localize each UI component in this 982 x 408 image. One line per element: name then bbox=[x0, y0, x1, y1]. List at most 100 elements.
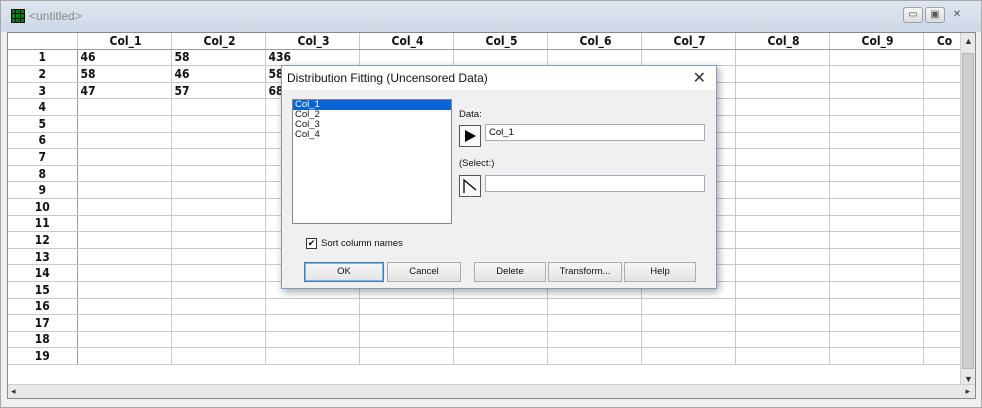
table-cell[interactable] bbox=[735, 148, 830, 166]
table-cell[interactable]: 46 bbox=[77, 49, 172, 67]
table-cell[interactable] bbox=[735, 314, 830, 332]
table-cell[interactable] bbox=[735, 298, 830, 316]
row-header[interactable]: 4 bbox=[8, 98, 78, 116]
table-cell[interactable]: 58 bbox=[77, 65, 172, 83]
table-cell[interactable] bbox=[453, 347, 548, 365]
table-cell[interactable] bbox=[171, 215, 266, 233]
table-cell[interactable] bbox=[171, 198, 266, 216]
table-cell[interactable] bbox=[923, 165, 964, 183]
table-cell[interactable] bbox=[829, 165, 924, 183]
table-cell[interactable] bbox=[265, 298, 360, 316]
row-header[interactable]: 5 bbox=[8, 115, 78, 133]
table-cell[interactable] bbox=[641, 347, 736, 365]
table-cell[interactable] bbox=[77, 148, 172, 166]
table-cell[interactable] bbox=[735, 181, 830, 199]
table-cell[interactable] bbox=[77, 115, 172, 133]
column-header[interactable]: Col_8 bbox=[735, 33, 830, 50]
table-cell[interactable] bbox=[641, 331, 736, 349]
column-header[interactable]: Col_5 bbox=[453, 33, 548, 50]
row-header[interactable]: 18 bbox=[8, 331, 78, 349]
table-cell[interactable] bbox=[923, 231, 964, 249]
column-header[interactable]: Col_6 bbox=[547, 33, 642, 50]
table-cell[interactable] bbox=[735, 281, 830, 299]
row-header[interactable]: 6 bbox=[8, 132, 78, 150]
table-cell[interactable] bbox=[829, 181, 924, 199]
vertical-scrollbar[interactable]: ▲ ▼ bbox=[960, 33, 975, 385]
table-cell[interactable]: 57 bbox=[171, 82, 266, 100]
column-header[interactable]: Col_2 bbox=[171, 33, 266, 50]
ok-button[interactable]: OK bbox=[304, 262, 384, 282]
row-header[interactable]: 12 bbox=[8, 231, 78, 249]
close-window-button[interactable]: ✕ bbox=[947, 7, 967, 23]
table-cell[interactable]: 58 bbox=[171, 49, 266, 67]
table-cell[interactable] bbox=[171, 148, 266, 166]
table-cell[interactable] bbox=[829, 82, 924, 100]
table-cell[interactable] bbox=[735, 49, 830, 67]
table-cell[interactable] bbox=[77, 347, 172, 365]
cancel-button[interactable]: Cancel bbox=[387, 262, 461, 282]
table-cell[interactable] bbox=[171, 264, 266, 282]
table-cell[interactable] bbox=[735, 264, 830, 282]
table-cell[interactable] bbox=[171, 331, 266, 349]
table-cell[interactable] bbox=[77, 198, 172, 216]
table-cell[interactable] bbox=[829, 331, 924, 349]
table-cell[interactable] bbox=[829, 198, 924, 216]
table-cell[interactable]: 46 bbox=[171, 65, 266, 83]
table-cell[interactable] bbox=[923, 347, 964, 365]
row-header[interactable]: 8 bbox=[8, 165, 78, 183]
table-cell[interactable] bbox=[171, 298, 266, 316]
table-cell[interactable] bbox=[923, 65, 964, 83]
scroll-up-icon[interactable]: ▲ bbox=[964, 35, 973, 47]
table-cell[interactable] bbox=[923, 132, 964, 150]
table-cell[interactable] bbox=[829, 347, 924, 365]
row-header[interactable]: 7 bbox=[8, 148, 78, 166]
table-cell[interactable] bbox=[923, 314, 964, 332]
table-cell[interactable] bbox=[77, 132, 172, 150]
table-cell[interactable] bbox=[923, 215, 964, 233]
minimize-button[interactable]: ▭ bbox=[903, 7, 923, 23]
table-cell[interactable] bbox=[171, 347, 266, 365]
row-header[interactable]: 16 bbox=[8, 298, 78, 316]
table-cell[interactable] bbox=[265, 314, 360, 332]
table-cell[interactable] bbox=[453, 331, 548, 349]
column-header[interactable]: Col_3 bbox=[265, 33, 360, 50]
sort-checkbox[interactable]: ✔ bbox=[306, 238, 317, 249]
table-cell[interactable] bbox=[171, 165, 266, 183]
table-cell[interactable] bbox=[735, 98, 830, 116]
table-cell[interactable] bbox=[77, 248, 172, 266]
table-cell[interactable]: 47 bbox=[77, 82, 172, 100]
table-cell[interactable] bbox=[735, 82, 830, 100]
table-cell[interactable] bbox=[77, 281, 172, 299]
select-pick-button[interactable] bbox=[459, 175, 481, 197]
help-button[interactable]: Help bbox=[624, 262, 696, 282]
table-cell[interactable] bbox=[171, 181, 266, 199]
table-cell[interactable] bbox=[77, 215, 172, 233]
table-cell[interactable] bbox=[77, 181, 172, 199]
table-cell[interactable] bbox=[171, 314, 266, 332]
table-cell[interactable] bbox=[735, 215, 830, 233]
table-cell[interactable] bbox=[829, 298, 924, 316]
table-cell[interactable] bbox=[547, 347, 642, 365]
table-cell[interactable] bbox=[77, 264, 172, 282]
table-cell[interactable] bbox=[829, 231, 924, 249]
table-cell[interactable] bbox=[923, 331, 964, 349]
column-header[interactable]: Col_4 bbox=[359, 33, 454, 50]
table-cell[interactable] bbox=[923, 298, 964, 316]
row-header[interactable]: 19 bbox=[8, 347, 78, 365]
table-cell[interactable] bbox=[359, 331, 454, 349]
table-cell[interactable]: 436 bbox=[265, 49, 360, 67]
table-cell[interactable] bbox=[829, 148, 924, 166]
table-cell[interactable] bbox=[641, 298, 736, 316]
table-cell[interactable] bbox=[923, 82, 964, 100]
row-header[interactable]: 2 bbox=[8, 65, 78, 83]
table-cell[interactable] bbox=[923, 281, 964, 299]
table-cell[interactable] bbox=[735, 347, 830, 365]
table-cell[interactable] bbox=[171, 132, 266, 150]
scroll-left-icon[interactable]: ◂ bbox=[11, 385, 16, 397]
table-cell[interactable] bbox=[829, 115, 924, 133]
table-cell[interactable] bbox=[453, 314, 548, 332]
row-header[interactable]: 3 bbox=[8, 82, 78, 100]
table-cell[interactable] bbox=[265, 331, 360, 349]
row-header[interactable]: 13 bbox=[8, 248, 78, 266]
table-cell[interactable] bbox=[735, 115, 830, 133]
